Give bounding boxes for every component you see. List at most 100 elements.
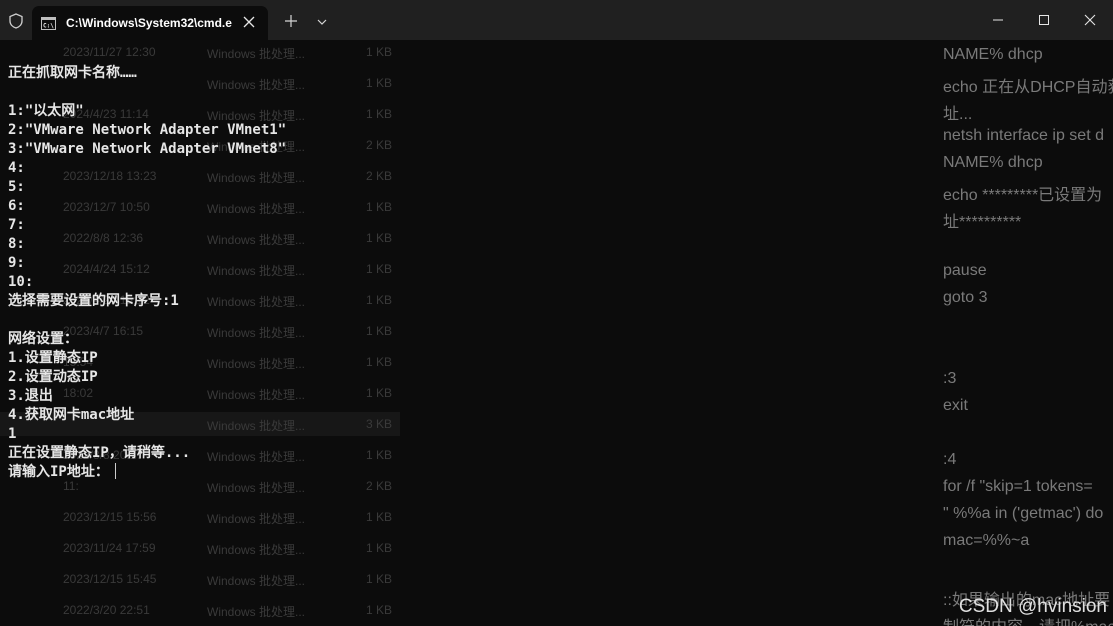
background-file-date: 2023/12/15 15:56	[63, 510, 157, 524]
background-script-line: for /f "skip=1 tokens=	[943, 478, 1093, 495]
background-file-size: 2 KB	[366, 169, 393, 183]
title-bar: C:\ C:\Windows\System32\cmd.e	[0, 0, 1113, 40]
terminal-line: 选择需要设置的网卡序号:1	[8, 292, 286, 311]
background-file-row: 2022/3/20 22:51 Windows 批处理... 1 KB	[0, 598, 400, 622]
background-file-size: 1 KB	[366, 262, 393, 276]
terminal-line-text: 正在设置静态IP，请稍等...	[8, 445, 191, 461]
terminal-line-text: 1.设置静态IP	[8, 350, 98, 366]
terminal-line-text: 8:	[8, 236, 25, 252]
background-file-size: 1 KB	[366, 76, 393, 90]
terminal-line: 正在设置静态IP，请稍等...	[8, 444, 286, 463]
shield-icon[interactable]	[8, 13, 24, 29]
window-close-icon[interactable]	[1082, 12, 1098, 28]
terminal-line-text: 4.获取网卡mac地址	[8, 407, 135, 423]
terminal-line: 7:	[8, 216, 286, 235]
background-script-line: " %%a in ('getmac') do	[943, 505, 1104, 522]
background-file-size: 1 KB	[366, 355, 393, 369]
terminal-line: 3:"VMware Network Adapter VMnet8"	[8, 140, 286, 159]
background-file-type: Windows 批处理...	[207, 605, 306, 619]
text-cursor[interactable]	[114, 463, 116, 479]
plus-icon[interactable]	[284, 14, 298, 28]
background-script-line: 址**********	[943, 214, 1022, 231]
background-file-size: 1 KB	[366, 45, 393, 59]
background-script-text: NAME% dhcp echo 正在从DHCP自动获 址... netsh inter…	[943, 40, 1113, 626]
background-file-date: 2023/11/27 12:30	[63, 45, 156, 59]
tab-cmd[interactable]: C:\ C:\Windows\System32\cmd.e	[32, 6, 268, 40]
svg-text:C:\: C:\	[43, 22, 54, 29]
background-file-type: Windows 批处理...	[207, 543, 306, 557]
chevron-down-icon[interactable]	[316, 17, 328, 27]
terminal-line-text: 网络设置：	[8, 331, 78, 347]
terminal-line: 网络设置：	[8, 330, 286, 349]
background-script-line: 址...	[943, 106, 973, 123]
terminal-line-text: 请输入IP地址：	[8, 464, 109, 480]
background-file-type: Windows 批处理...	[207, 512, 306, 526]
background-file-row: 2023/11/24 17:59 Windows 批处理... 1 KB	[0, 536, 400, 560]
background-file-type: Windows 批处理...	[207, 574, 306, 588]
background-file-date: 2022/3/20 22:51	[63, 603, 150, 617]
terminal-line: 6:	[8, 197, 286, 216]
background-file-size: 1 KB	[366, 541, 393, 555]
terminal-line-text: 6:	[8, 198, 25, 214]
cmd-icon: C:\	[41, 16, 56, 30]
terminal-line: 正在抓取网卡名称……	[8, 64, 286, 83]
background-script-line: exit	[943, 397, 968, 414]
terminal-area[interactable]: 2023/11/27 12:30 Windows 批处理... 1 KB Window…	[0, 40, 1113, 626]
terminal-line: 4.获取网卡mac地址	[8, 406, 286, 425]
background-script-line: netsh interface ip set d	[943, 127, 1104, 144]
terminal-line: 4:	[8, 159, 286, 178]
terminal-line-text: 3.退出	[8, 388, 53, 404]
terminal-line-text: 4:	[8, 160, 25, 176]
terminal-line: 1.设置静态IP	[8, 349, 286, 368]
background-script-line: goto 3	[943, 289, 988, 306]
terminal-line-text: 正在抓取网卡名称……	[8, 65, 137, 81]
background-script-line: :3	[943, 370, 957, 387]
background-file-size: 1 KB	[366, 324, 393, 338]
background-script-line: mac=%%~a	[943, 532, 1030, 549]
background-file-size: 1 KB	[366, 572, 393, 586]
background-script-line: NAME% dhcp	[943, 154, 1043, 171]
background-script-line: NAME% dhcp	[943, 46, 1043, 63]
terminal-line-text: 选择需要设置的网卡序号:1	[8, 293, 179, 309]
terminal-line: 请输入IP地址：	[8, 463, 286, 482]
tab-title: C:\Windows\System32\cmd.e	[66, 16, 232, 30]
background-file-size: 1 KB	[366, 603, 393, 617]
terminal-line-text: 7:	[8, 217, 25, 233]
background-file-size: 1 KB	[366, 231, 393, 245]
background-file-size: 1 KB	[366, 510, 393, 524]
background-script-line: pause	[943, 262, 987, 279]
maximize-icon[interactable]	[1036, 12, 1052, 28]
background-file-type: Windows 批处理...	[207, 47, 306, 61]
terminal-line: 5:	[8, 178, 286, 197]
terminal-line: 2:"VMware Network Adapter VMnet1"	[8, 121, 286, 140]
background-file-size: 3 KB	[366, 417, 393, 431]
terminal-line-text: 1:"以太网"	[8, 103, 84, 119]
terminal-line: 10:	[8, 273, 286, 292]
terminal-line: 1:"以太网"	[8, 102, 286, 121]
terminal-line: 8:	[8, 235, 286, 254]
terminal-line-text: 1	[8, 426, 17, 442]
background-file-size: 1 KB	[366, 448, 393, 462]
background-file-date: 2023/12/15 15:45	[63, 572, 157, 586]
terminal-line: 2.设置动态IP	[8, 368, 286, 387]
minimize-icon[interactable]	[990, 12, 1006, 28]
close-icon[interactable]	[242, 15, 256, 29]
terminal-line: 3.退出	[8, 387, 286, 406]
background-file-size: 1 KB	[366, 293, 393, 307]
terminal-line-text: 2:"VMware Network Adapter VMnet1"	[8, 122, 287, 138]
background-file-size: 1 KB	[366, 107, 393, 121]
terminal-line-text: 5:	[8, 179, 25, 195]
terminal-line-text: 9:	[8, 255, 25, 271]
background-script-line: echo *********已设置为	[943, 187, 1103, 204]
terminal-line-text: 3:"VMware Network Adapter VMnet8"	[8, 141, 287, 157]
watermark: CSDN @hvinsion	[958, 596, 1107, 617]
background-file-size: 2 KB	[366, 138, 393, 152]
background-file-size: 1 KB	[366, 386, 393, 400]
terminal-output: 正在抓取网卡名称…… 1:"以太网" 2:"VMware Network Adapt…	[8, 64, 286, 482]
background-script-line: echo 正在从DHCP自动获	[943, 79, 1113, 96]
terminal-line: 9:	[8, 254, 286, 273]
background-file-row: 2023/11/27 12:30 Windows 批处理... 1 KB	[0, 40, 400, 64]
background-file-size: 1 KB	[366, 200, 393, 214]
